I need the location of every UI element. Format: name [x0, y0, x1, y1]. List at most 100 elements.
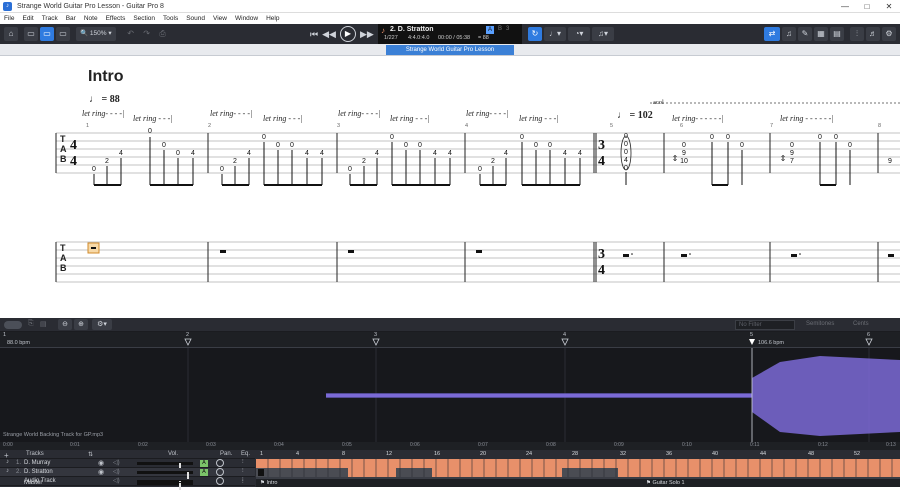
svg-text:2: 2 — [233, 158, 237, 165]
svg-text:4: 4 — [433, 150, 437, 157]
visibility-icon[interactable]: ◉ — [98, 459, 104, 467]
svg-text:0: 0 — [726, 134, 730, 141]
track-name: D. Murray — [24, 460, 51, 466]
lcd-badge-3: 3 — [506, 26, 510, 32]
home-icon[interactable]: ⌂ — [4, 27, 18, 41]
menu-edit[interactable]: Edit — [22, 15, 33, 22]
time-ruler: 0:00 0:01 0:02 0:03 0:04 0:05 0:06 0:07 … — [0, 442, 900, 450]
close-button[interactable]: ✕ — [878, 0, 900, 13]
volume-slider[interactable] — [137, 462, 193, 470]
metronome-icon[interactable]: ♩▾ — [544, 27, 566, 41]
tuner-icon[interactable]: ♫▾ — [592, 27, 614, 41]
lcd-track-name[interactable]: 2. D. Stratton — [390, 26, 434, 33]
maximize-button[interactable]: □ — [856, 0, 878, 13]
filter-input[interactable]: No Filter — [735, 320, 795, 330]
svg-text:4: 4 — [119, 150, 123, 157]
page-view-icon[interactable]: ▭ — [24, 27, 38, 41]
fretboard-icon[interactable]: ▤ — [830, 27, 844, 41]
edit-panel-icon[interactable]: ✎ — [798, 27, 812, 41]
svg-text:2: 2 — [362, 158, 366, 165]
document-tab[interactable]: Strange World Guitar Pro Lesson — [385, 45, 515, 55]
speed-icon[interactable]: ◔▾ — [568, 27, 590, 41]
sort-icon[interactable]: ⇅ — [88, 451, 93, 458]
speaker-icon[interactable]: ◁) — [113, 459, 120, 466]
audio-waveform[interactable]: Strange World Backing Track for GP.mp3 — [0, 348, 900, 442]
master-volume-slider[interactable] — [137, 482, 193, 490]
zoom-in-icon[interactable]: ⊕ — [74, 319, 88, 330]
eq-icon[interactable]: ⫶ — [242, 459, 244, 466]
automation-badge[interactable]: A — [200, 469, 208, 476]
tempo-markers — [184, 338, 873, 346]
visibility-icon[interactable]: ◉ — [98, 468, 104, 476]
menu-sound[interactable]: Sound — [186, 15, 205, 22]
lcd-badge-b[interactable]: B — [498, 26, 502, 32]
prev-icon[interactable]: ◀◀ — [322, 29, 336, 40]
play-button[interactable]: ▶ — [339, 26, 356, 42]
score-view[interactable]: Intro ♩ = 88 ♩ = 102 acol let ring- - - … — [0, 57, 900, 319]
first-icon[interactable]: ⏮ — [310, 29, 318, 40]
zoom-select[interactable]: 🔍 150% ▾ — [76, 27, 116, 41]
section-marker-lane: ⚑ Intro ⚑ Guitar Solo 1 — [256, 479, 900, 487]
minimize-button[interactable]: — — [834, 0, 856, 13]
section-marker[interactable]: ⚑ Intro — [260, 480, 277, 486]
bottom-panel: ⎘ ▤ ⊖ ⊕ ⚙▾ No Filter Semitones Cents 1 2… — [0, 318, 900, 490]
svg-text:0: 0 — [176, 150, 180, 157]
panel-view-icon[interactable]: ▭ — [56, 27, 70, 41]
time-tick: 0:05 — [342, 442, 352, 448]
track-row[interactable]: ♪ 2. D. Stratton ◉ ◁) A ⫶ — [0, 468, 255, 479]
pan-knob[interactable] — [216, 459, 224, 467]
menu-section[interactable]: Section — [133, 15, 155, 22]
speaker-icon[interactable]: ◁) — [113, 468, 120, 475]
svg-text:4: 4 — [624, 157, 628, 164]
svg-text:0: 0 — [548, 142, 552, 149]
menu-effects[interactable]: Effects — [106, 15, 126, 22]
audio-icon[interactable]: ♬ — [866, 27, 880, 41]
keyboard-icon[interactable]: ▦ — [814, 27, 828, 41]
tempo-ruler[interactable]: 1 2 3 4 5 6 88.0 bpm 106.6 bpm — [0, 332, 900, 348]
section-marker[interactable]: ⚑ Guitar Solo 1 — [646, 480, 685, 486]
eq-icon[interactable]: ⫶ — [242, 479, 244, 486]
pan-knob[interactable] — [216, 468, 224, 476]
volume-slider[interactable] — [137, 471, 193, 479]
settings-icon[interactable]: ⚙ — [882, 27, 896, 41]
document-tab-bar: Strange World Guitar Pro Lesson — [0, 44, 900, 56]
master-row[interactable]: Master ⫶ — [0, 479, 255, 490]
next-icon[interactable]: ▶▶ — [360, 29, 374, 40]
menu-window[interactable]: Window — [235, 15, 258, 22]
menu-tools[interactable]: Tools — [163, 15, 178, 22]
svg-text:7: 7 — [790, 158, 794, 165]
track-row[interactable]: ♪ 1. D. Murray ◉ ◁) A ⫶ — [0, 459, 255, 470]
svg-text:A: A — [60, 144, 67, 154]
undo-icon[interactable]: ↶ — [124, 27, 138, 41]
menu-track[interactable]: Track — [42, 15, 58, 22]
menu-view[interactable]: View — [213, 15, 227, 22]
print-icon[interactable]: ⎙ — [156, 27, 170, 41]
menu-file[interactable]: File — [4, 15, 14, 22]
mixer-icon[interactable]: ⫶ — [850, 27, 864, 41]
settings-icon[interactable]: ⚙▾ — [92, 319, 112, 330]
svg-text:3: 3 — [598, 138, 605, 153]
menu-bar-item[interactable]: Bar — [66, 15, 76, 22]
instrument-icon[interactable]: ♫ — [782, 27, 796, 41]
svg-text:4: 4 — [504, 150, 508, 157]
redo-icon[interactable]: ↷ — [140, 27, 154, 41]
svg-text:0: 0 — [520, 134, 524, 141]
automation-badge[interactable]: A — [200, 460, 208, 467]
track-number: 2. — [16, 469, 22, 475]
multitrack-icon[interactable]: ⇄ — [764, 27, 780, 41]
app-logo-icon: ♪ — [3, 1, 12, 11]
svg-text:0: 0 — [220, 166, 224, 173]
paste-icon[interactable]: ▤ — [40, 320, 47, 328]
toggle-switch[interactable] — [4, 321, 22, 329]
svg-text:0: 0 — [624, 165, 628, 172]
copy-icon[interactable]: ⎘ — [28, 320, 34, 328]
svg-text:0: 0 — [276, 142, 280, 149]
lcd-badge-a[interactable]: A — [486, 26, 494, 34]
eq-icon[interactable]: ⫶ — [242, 468, 244, 475]
time-tick: 0:11 — [750, 442, 760, 448]
screen-view-icon[interactable]: ▭ — [40, 27, 54, 41]
menu-help[interactable]: Help — [266, 15, 279, 22]
loop-icon[interactable]: ↻ — [528, 27, 542, 41]
menu-note[interactable]: Note — [84, 15, 98, 22]
zoom-out-icon[interactable]: ⊖ — [58, 319, 72, 330]
